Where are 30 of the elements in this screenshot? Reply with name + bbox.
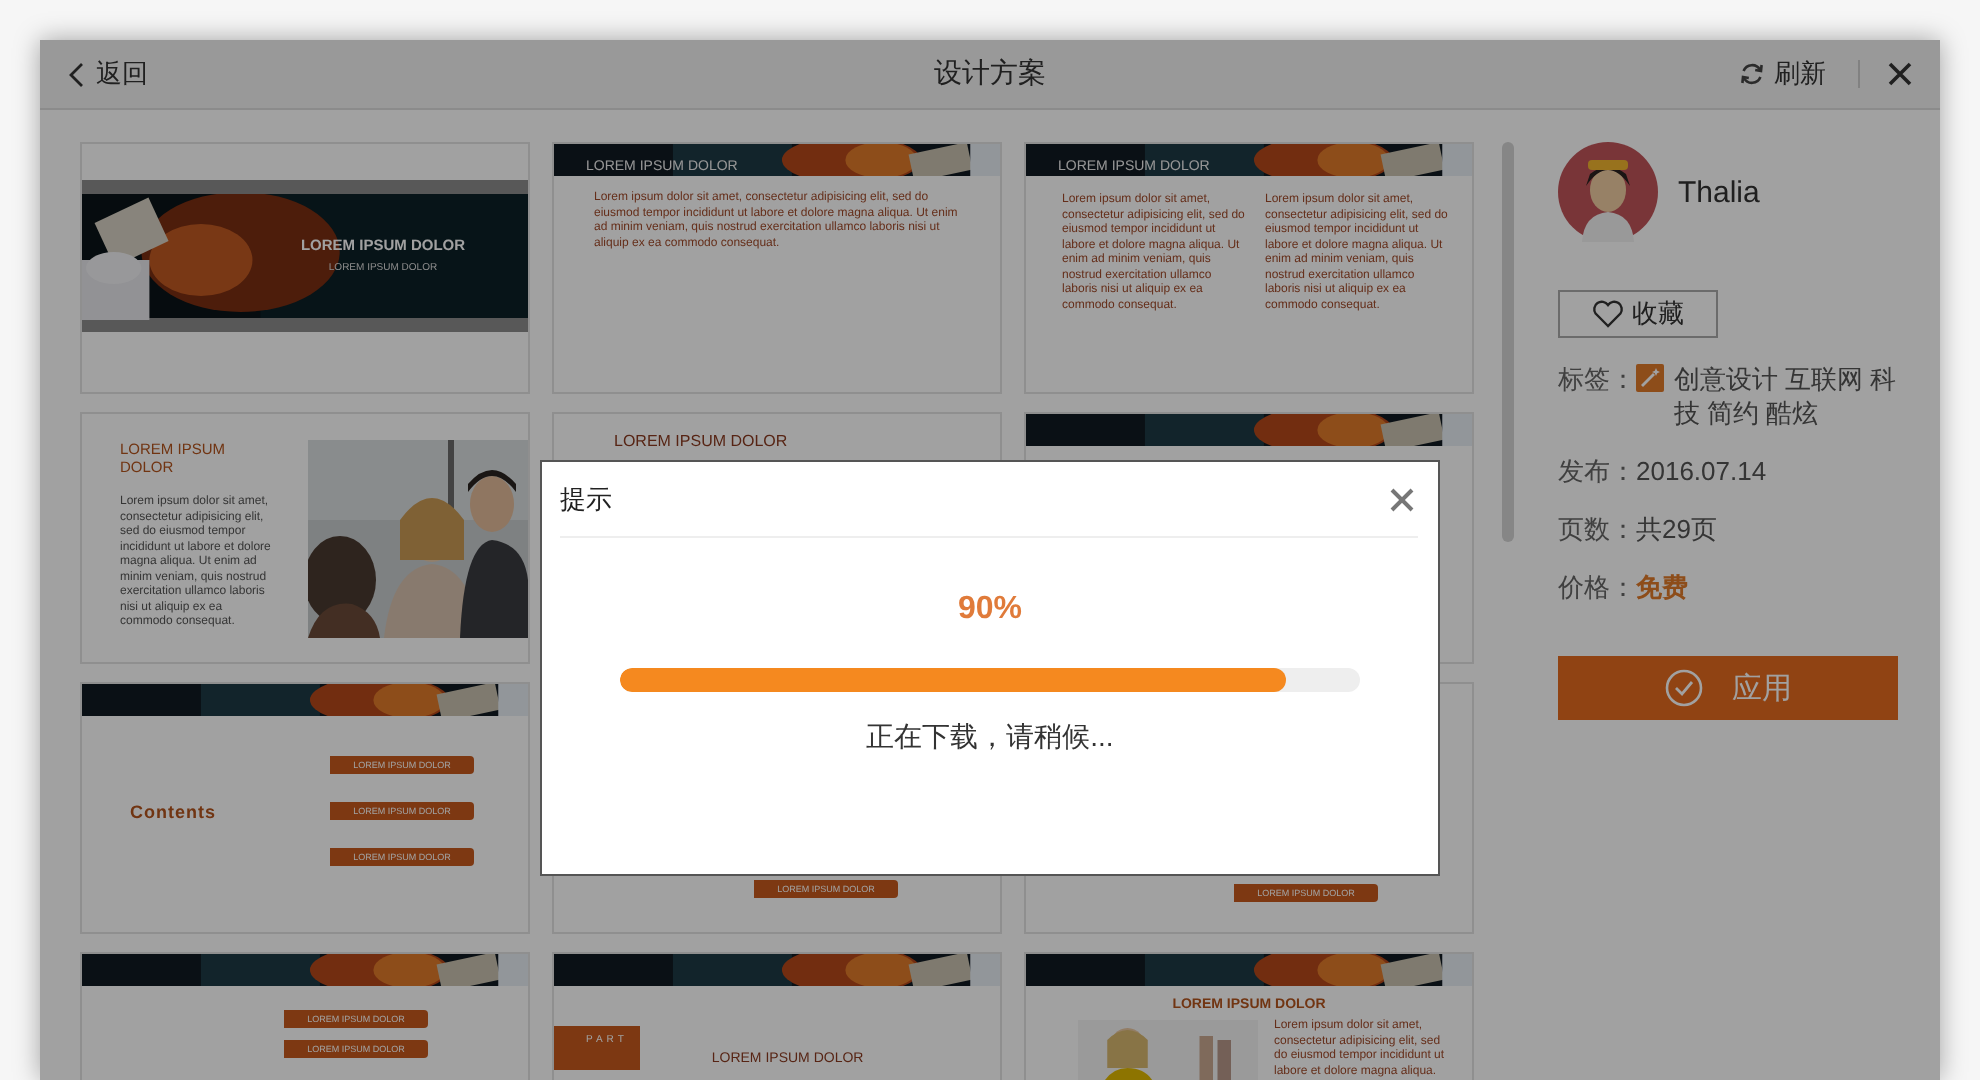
detail-label: 价格： <box>1558 570 1636 604</box>
detail-label: 标签： <box>1558 362 1636 398</box>
magic-wand-icon <box>1636 364 1664 392</box>
detail-value: 2016.07.14 <box>1636 454 1767 488</box>
slide-thumbnail[interactable] <box>1024 142 1474 394</box>
dialog-title: 提示 <box>560 481 612 517</box>
close-button[interactable] <box>1884 58 1916 90</box>
refresh-button[interactable]: 刷新 <box>1736 52 1830 96</box>
slide-title: LOREM IPSUM DOLOR <box>612 430 790 450</box>
progress-percent: 90% <box>957 592 1023 628</box>
apply-button[interactable]: 应用 <box>1558 656 1898 720</box>
detail-label: 发布： <box>1558 454 1636 488</box>
refresh-icon <box>1740 62 1764 86</box>
tag-list: 创意设计 互联网 科技 简约 酷炫 <box>1674 362 1898 430</box>
heart-icon <box>1592 300 1624 328</box>
detail-label: 页数： <box>1558 512 1636 546</box>
close-button[interactable] <box>1386 483 1418 515</box>
author-name: Thalia <box>1678 175 1760 209</box>
avatar-icon <box>1558 142 1658 242</box>
slide-title: Contents <box>128 801 218 821</box>
detail-value: 免费 <box>1636 570 1688 604</box>
slide-thumbnail[interactable] <box>80 412 530 664</box>
window-title: 设计方案 <box>932 56 1048 92</box>
download-message: 正在下载，请稍候... <box>866 720 1114 756</box>
chevron-left-icon <box>68 61 84 87</box>
favorite-button[interactable]: 收藏 <box>1558 290 1718 338</box>
back-button[interactable]: 返回 <box>64 52 152 96</box>
detail-value: 共29页 <box>1636 512 1717 546</box>
slide-thumbnail[interactable] <box>552 142 1002 394</box>
check-circle-icon <box>1664 668 1704 708</box>
